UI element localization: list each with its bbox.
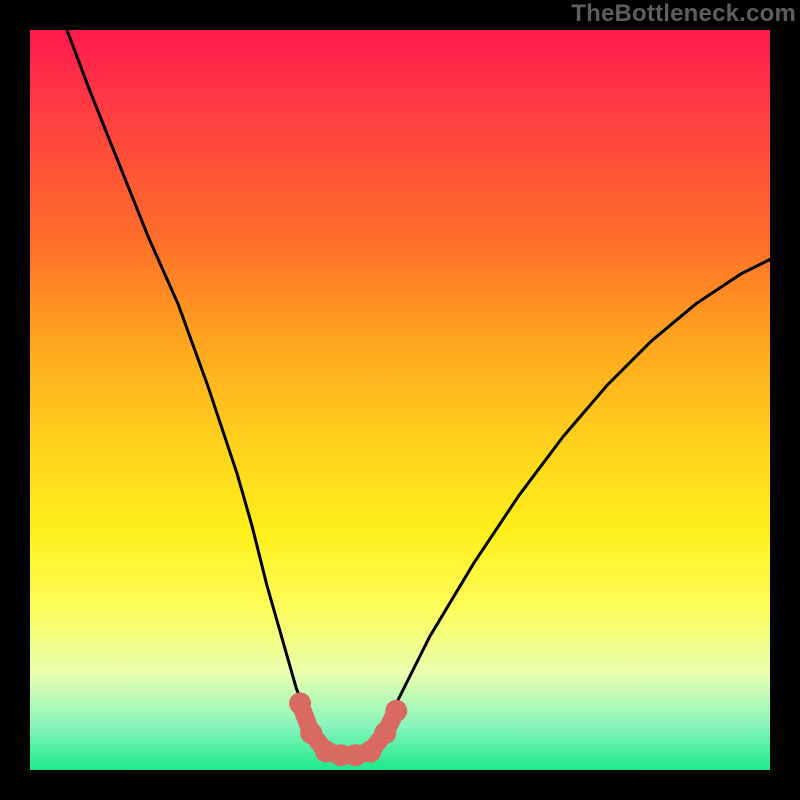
marker-right-upper — [385, 700, 407, 722]
watermark: TheBottleneck.com — [571, 0, 796, 28]
marker-trough-4 — [359, 741, 381, 763]
marker-left-mid — [300, 722, 322, 744]
chart-svg — [30, 30, 770, 770]
marker-left-upper — [289, 692, 311, 714]
marker-group — [289, 692, 407, 766]
marker-right-mid — [374, 722, 396, 744]
chart-frame: TheBottleneck.com — [0, 0, 800, 800]
plot-area — [30, 30, 770, 770]
bottleneck-curve — [67, 30, 770, 755]
